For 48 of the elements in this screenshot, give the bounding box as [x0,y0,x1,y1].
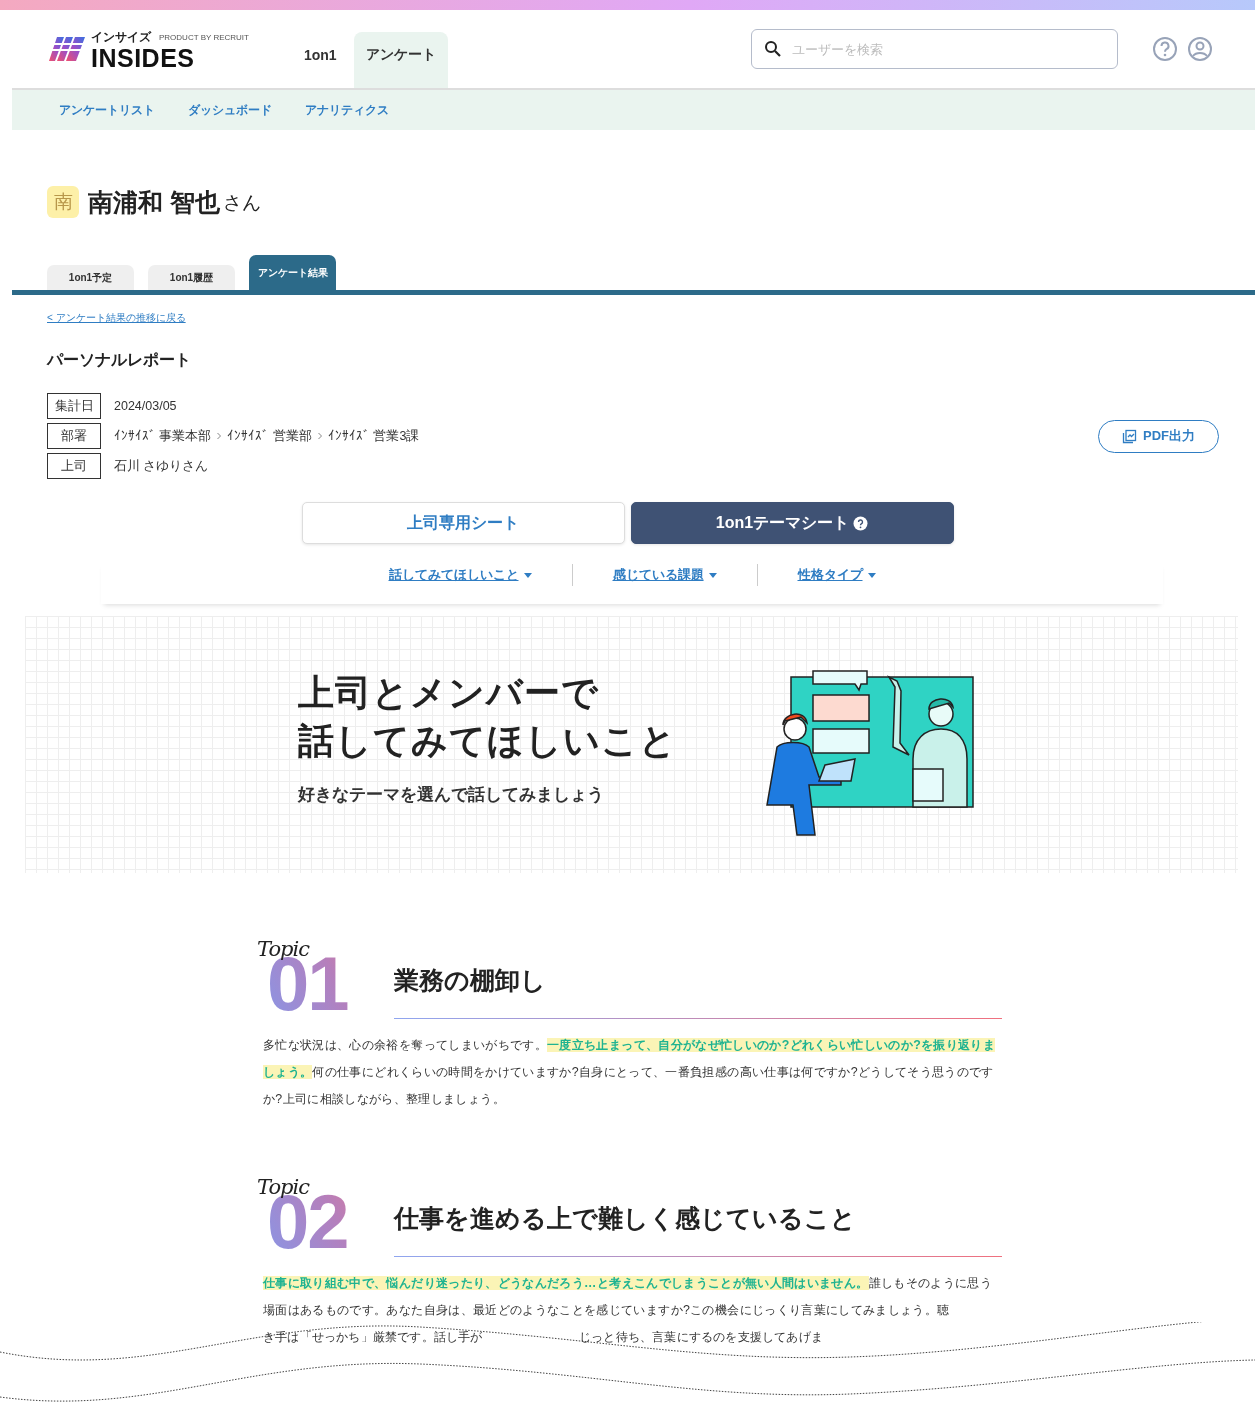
filter-link[interactable]: 感じている課題 [571,564,757,586]
profile-tab[interactable]: アンケート結果 [249,255,336,290]
pdf-button[interactable]: PDF出力 [1098,419,1219,453]
user-name: 南浦和 智也 [88,187,220,218]
topic-text: き手は「せっかち」厳禁です。話し手が [263,1328,483,1346]
caret-icon [523,572,532,578]
field-value: 石川 さゆりさん [114,457,209,475]
topic-text: 仕事に取り組む中で、悩んだり迷ったり、どうなんだろう…と考えこんでしまうことが無い人間はいません。誰しもそのように思う場面はあるものです。あなた自身は、最近どのようなことを感じていますか?この機会にじっくり言葉にしてみましょう。聴 [263,1274,994,1319]
subnav-link[interactable]: アンケートリスト [59,101,155,119]
logo-kana: インサイズ [91,28,151,46]
topic-text: 多忙な状況は、心の余裕を奪ってしまいがちです。一度立ち止まって、自分がなぜ忙しいのか?どれくらい忙しいのか?を振り返りましょう。何の仕事にどれくらいの時間をかけていますか?自身にとって、一番負担感の高い仕事は何ですか?どうしてそう思うのですか?上司に相談しながら、整理しましょう。 [263,1036,997,1108]
field-value: 2024/03/05 [114,399,177,413]
subnav-link[interactable]: アナリティクス [305,101,389,119]
search-icon [764,40,781,57]
field-label: 集計日 [47,393,101,419]
sheet-tab[interactable]: 1on1テーマシート [630,502,954,544]
back-link[interactable]: < アンケート結果の推移に戻る [47,311,186,325]
topic-title: 仕事を進める上で難しく感じていること [394,1201,1002,1257]
topic-text: じっと待ち、言葉にするのを支援してあげま [579,1328,823,1346]
filter-link[interactable]: 話してみてほしいこと [348,564,572,586]
caret-icon [708,572,717,578]
user-icon[interactable] [1187,36,1213,62]
logo-stripes-icon [49,35,85,63]
chevron-icon [215,432,224,440]
report-title: パーソナルレポート [47,350,192,370]
hero-subtitle: 好きなテーマを選んで話してみましょう [298,783,605,806]
chevron-icon [315,432,324,440]
field-value: ｲﾝｻｲｽﾞ 営業部 [227,427,312,445]
field-value: ｲﾝｻｲｽﾞ 営業3課 [327,427,420,445]
caret-icon [867,572,876,578]
name-suffix: さん [222,191,261,215]
subnav-link[interactable]: ダッシュボード [188,101,272,119]
profile-tab[interactable]: 1on1予定 [47,265,134,290]
hero-title: 上司とメンバーで 話してみてほしいこと [298,670,677,763]
profile-tab[interactable]: 1on1履歴 [148,265,235,290]
field-label: 上司 [47,453,101,479]
field-value: ｲﾝｻｲｽﾞ 事業本部 [114,427,212,445]
field-label: 部署 [47,423,101,449]
logo-wordmark: INSIDES [91,45,196,70]
nav-tab[interactable]: アンケート [353,32,448,88]
document-icon [1122,428,1137,444]
topic-title: 業務の棚卸し [394,963,1002,1019]
filter-link[interactable]: 性格タイプ [756,564,916,586]
help-icon[interactable] [1152,36,1178,62]
nav-tab[interactable]: 1on1 [286,32,354,88]
sheet-tab[interactable]: 上司専用シート [301,502,625,544]
avatar: 南 [47,186,79,218]
logo-byline: PRODUCT BY RECRUIT [159,32,249,42]
